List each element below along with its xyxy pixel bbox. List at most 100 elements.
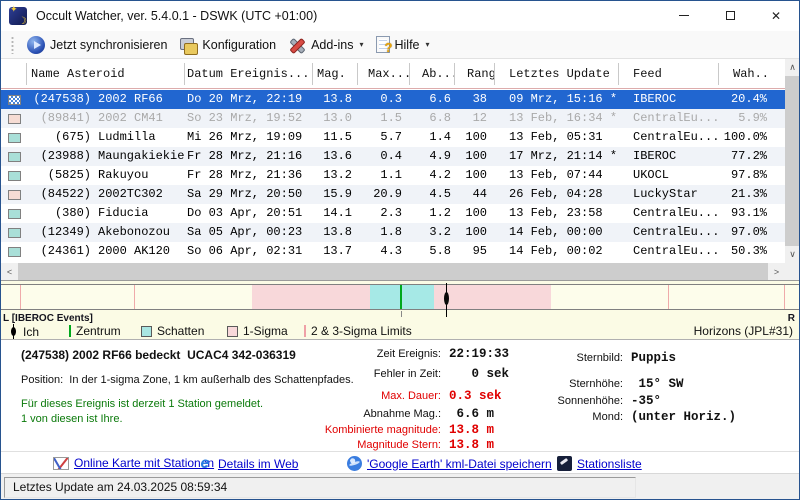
cell-feed: CentralEu... — [619, 242, 719, 261]
cell-name: (380)Fiducia — [27, 204, 185, 223]
web-details-link[interactable]: e Details im Web — [197, 456, 298, 472]
field-moon: Mond:(unter Horiz.) — [506, 410, 736, 424]
legend-zentrum: Zentrum — [69, 324, 121, 338]
chevron-down-icon: ▾ — [359, 40, 363, 49]
column-header-ab[interactable]: Ab... — [410, 63, 455, 85]
maximize-button[interactable] — [707, 1, 753, 30]
shadow-swatch-icon — [141, 326, 152, 337]
toolbar-grip[interactable] — [11, 36, 14, 54]
timeline-section: L [IBEROC Events] R Ich Zentrum Schatten… — [1, 280, 799, 340]
field-sun-altitude: Sonnenhöhe:-35° — [506, 394, 661, 408]
event-color-swatch — [8, 209, 21, 219]
field-combined-mag: Kombinierte magnitude:13.8 m — [291, 423, 494, 437]
cell-update: 13 Feb, 07:44 — [495, 166, 619, 185]
table-row[interactable]: (23988)MaungakiekieFr 28 Mrz, 21:1613.60… — [1, 147, 785, 166]
legend-1-sigma: 1-Sigma — [227, 324, 288, 338]
horizontal-scrollbar[interactable]: < > — [1, 263, 785, 280]
scroll-down-icon[interactable]: ∨ — [785, 246, 800, 263]
column-header-probability[interactable]: Wah... — [719, 63, 769, 85]
cell-feed: CentralEu... — [619, 128, 719, 147]
sigma-limit-line — [668, 285, 669, 309]
observer-position-marker[interactable] — [443, 283, 450, 317]
cell-update: 14 Feb, 00:00 — [495, 223, 619, 242]
field-star-mag: Magnitude Stern:13.8 m — [291, 438, 494, 452]
column-header-rang[interactable]: Rang — [455, 63, 495, 85]
column-header-update[interactable]: Letztes Update — [495, 63, 619, 85]
timeline-legend: Ich Zentrum Schatten 1-Sigma 2 & 3-Sigma… — [1, 324, 799, 340]
google-earth-icon — [347, 456, 362, 471]
table-row[interactable]: (84522)2002TC302Sa 29 Mrz, 20:5015.920.9… — [1, 185, 785, 204]
column-header-mag[interactable]: Mag. — [313, 63, 358, 85]
cell-ab: 5.8 — [410, 242, 455, 261]
addins-menu-button[interactable]: Add-ins ▾ — [282, 34, 369, 56]
cell-probability: 97.8% — [719, 166, 769, 185]
help-icon — [376, 36, 390, 53]
vertical-scroll-thumb[interactable] — [785, 76, 800, 246]
google-earth-kml-link[interactable]: 'Google Earth' kml-Datei speichern — [347, 456, 552, 471]
configuration-button[interactable]: Konfiguration — [173, 34, 282, 56]
cell-ab: 6.6 — [410, 90, 455, 109]
cell-feed: LuckyStar — [619, 185, 719, 204]
sync-now-button[interactable]: Jetzt synchronisieren — [21, 34, 173, 56]
event-color-swatch — [8, 95, 21, 105]
scroll-right-icon[interactable]: > — [768, 263, 785, 280]
event-color-swatch — [8, 247, 21, 257]
cell-mag: 13.8 — [313, 223, 358, 242]
cell-feed: CentralEu... — [619, 204, 719, 223]
field-time-error: Fehler in Zeit: 0 sek — [291, 367, 509, 381]
event-table: (247538)2002 RF66Do 20 Mrz, 22:1913.80.3… — [1, 90, 785, 261]
minimize-button[interactable] — [661, 1, 707, 30]
cell-mag: 13.8 — [313, 90, 358, 109]
online-map-link[interactable]: Online Karte mit Stationen — [53, 456, 214, 470]
cell-update: 13 Feb, 05:31 — [495, 128, 619, 147]
maximize-icon — [726, 11, 735, 20]
column-header-max[interactable]: Max... — [358, 63, 410, 85]
field-mag-drop: Abnahme Mag.: 6.6 m — [291, 407, 494, 421]
column-header-name[interactable]: Name Asteroid — [27, 63, 185, 85]
scrollbar-corner — [785, 263, 800, 280]
table-row[interactable]: (24361)2000 AK120So 06 Apr, 02:3113.74.3… — [1, 242, 785, 261]
event-color-swatch — [8, 133, 21, 143]
cell-rang: 12 — [455, 109, 495, 128]
cell-rang: 38 — [455, 90, 495, 109]
cell-rang: 100 — [455, 204, 495, 223]
cell-ab: 6.8 — [410, 109, 455, 128]
map-icon — [53, 457, 69, 470]
column-header-feed[interactable]: Feed — [619, 63, 719, 85]
center-line — [400, 285, 402, 309]
cell-mag: 15.9 — [313, 185, 358, 204]
one-sigma-swatch-icon — [227, 326, 238, 337]
table-row[interactable]: (89841)2002 CM41So 23 Mrz, 19:5213.01.56… — [1, 109, 785, 128]
table-row[interactable]: (380)FiduciaDo 03 Apr, 20:5114.12.31.210… — [1, 204, 785, 223]
cell-date: Fr 28 Mrz, 21:16 — [185, 147, 313, 166]
cell-rang: 95 — [455, 242, 495, 261]
table-row[interactable]: (247538)2002 RF66Do 20 Mrz, 22:1913.80.3… — [1, 90, 785, 109]
cell-feed: IBEROC — [619, 90, 719, 109]
table-row[interactable]: (5825)RakuyouFr 28 Mrz, 21:3613.21.14.21… — [1, 166, 785, 185]
cell-probability: 20.4% — [719, 90, 769, 109]
scroll-left-icon[interactable]: < — [1, 263, 18, 280]
cell-date: Mi 26 Mrz, 19:09 — [185, 128, 313, 147]
table-row[interactable]: (675)LudmillaMi 26 Mrz, 19:0911.55.71.41… — [1, 128, 785, 147]
status-bar: Letztes Update am 24.03.2025 08:59:34 — [1, 473, 799, 500]
horizontal-scroll-thumb[interactable] — [18, 263, 768, 280]
shadow-band — [370, 285, 434, 309]
table-row[interactable]: (12349)AkebonozouSa 05 Apr, 00:2313.81.8… — [1, 223, 785, 242]
station-list-link[interactable]: Stationsliste — [557, 456, 642, 471]
scroll-up-icon[interactable]: ∧ — [785, 59, 800, 76]
sigma-limit-line — [134, 285, 135, 309]
column-header-date[interactable]: Datum Ereignis... — [185, 63, 313, 85]
cell-ab: 1.2 — [410, 204, 455, 223]
window-title: Occult Watcher, ver. 5.4.0.1 - DSWK (UTC… — [36, 9, 317, 23]
cell-name: (5825)Rakuyou — [27, 166, 185, 185]
occultation-timeline-chart[interactable] — [1, 284, 799, 310]
help-menu-button[interactable]: Hilfe ▾ — [370, 34, 436, 55]
chevron-down-icon: ▾ — [426, 40, 430, 49]
cell-feed: UKOCL — [619, 166, 719, 185]
vertical-scrollbar[interactable]: ∧ ∨ — [785, 59, 800, 263]
column-header-swatch[interactable] — [1, 63, 27, 85]
cell-ab: 4.5 — [410, 185, 455, 204]
event-color-swatch — [8, 152, 21, 162]
close-button[interactable] — [753, 1, 799, 30]
cell-mag: 13.2 — [313, 166, 358, 185]
